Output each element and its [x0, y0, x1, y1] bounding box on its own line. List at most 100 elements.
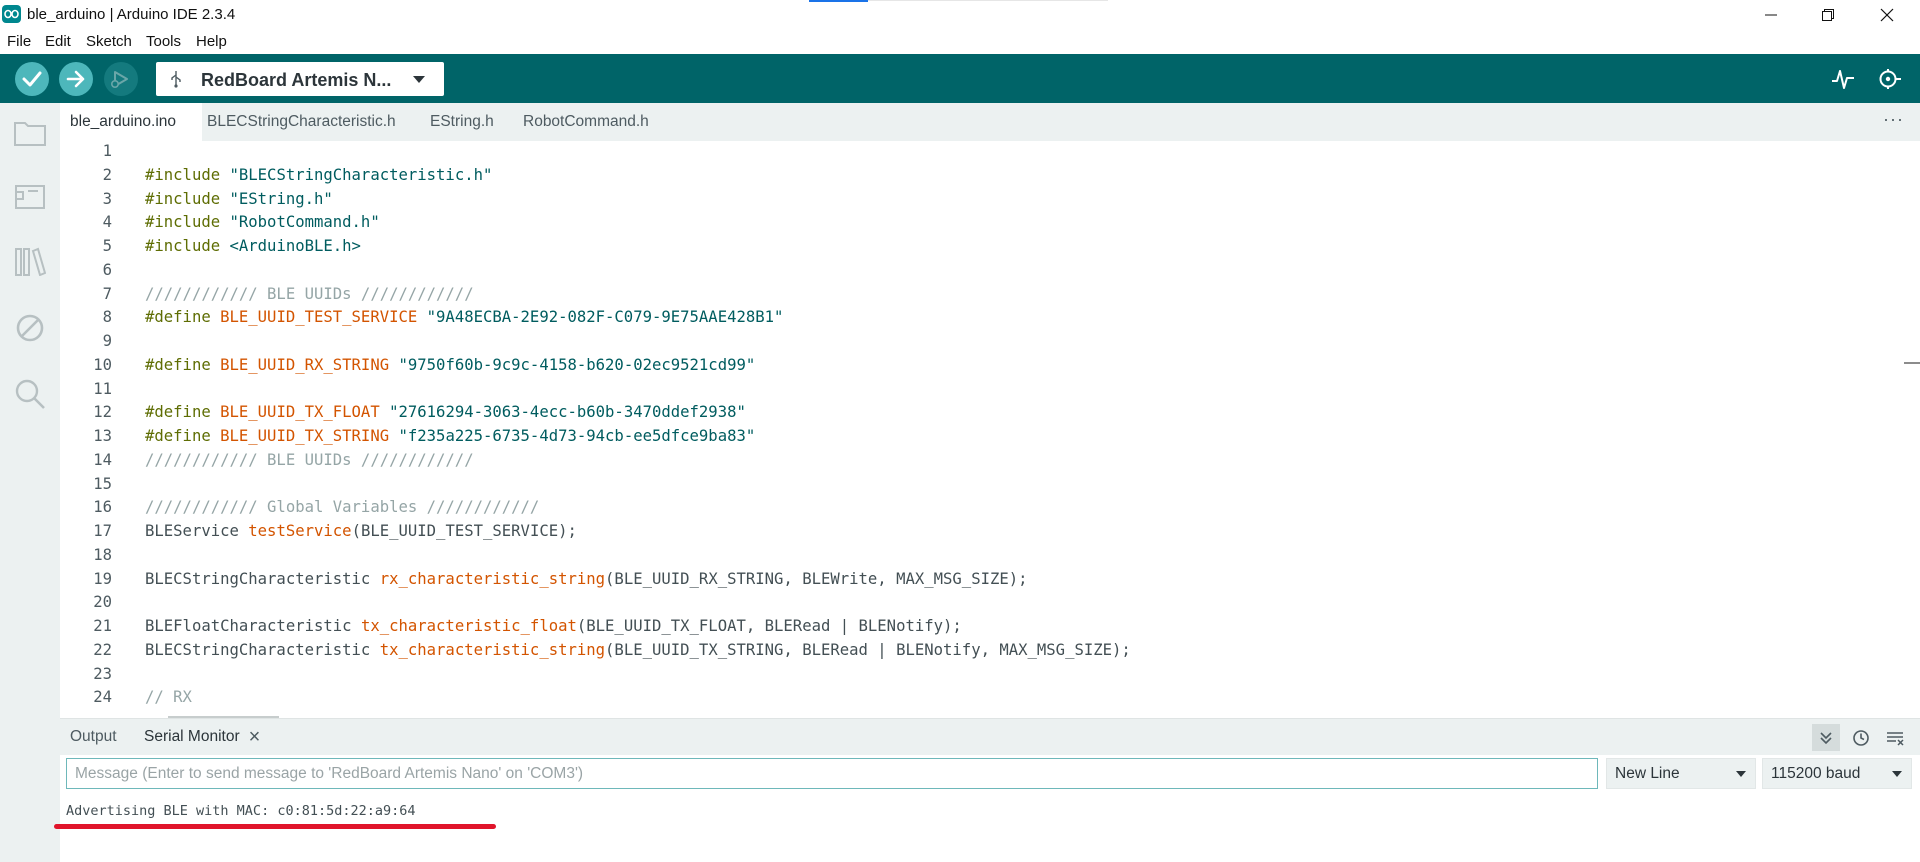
debug-button[interactable] — [104, 62, 138, 96]
chevron-down-icon — [1736, 771, 1746, 777]
code-line[interactable]: 4 #include "RobotCommand.h" — [60, 210, 1860, 234]
tab-estring[interactable]: EString.h — [420, 103, 504, 141]
line-number: 22 — [93, 640, 112, 659]
code-line[interactable]: 17 BLEService testService(BLE_UUID_TEST_S… — [60, 519, 1860, 543]
library-manager-button[interactable] — [12, 243, 48, 279]
close-icon[interactable]: × — [249, 726, 261, 749]
line-number: 16 — [93, 498, 112, 517]
board-name: RedBoard Artemis N... — [201, 70, 392, 90]
code-text: //////////// BLE UUIDs //////////// — [145, 450, 474, 469]
tab-serial-monitor[interactable]: Serial Monitor × — [144, 719, 260, 755]
code-line[interactable]: 19 BLECStringCharacteristic rx_characteri… — [60, 567, 1860, 591]
code-line[interactable]: 22 BLECStringCharacteristic tx_characteri… — [60, 638, 1860, 662]
code-line[interactable]: 5 #include <ArduinoBLE.h> — [60, 234, 1860, 258]
arduino-logo-icon — [2, 5, 21, 23]
code-line[interactable]: 14 //////////// BLE UUIDs //////////// — [60, 448, 1860, 472]
verify-button[interactable] — [15, 62, 49, 96]
code-line[interactable]: 23 — [60, 662, 1860, 686]
search-icon — [15, 379, 45, 409]
library-icon — [15, 247, 46, 276]
tab-ble-arduino[interactable]: ble_arduino.ino — [60, 103, 202, 141]
code-line[interactable]: 21 BLEFloatCharacteristic tx_characterist… — [60, 614, 1860, 638]
serial-monitor-button[interactable] — [1872, 62, 1906, 96]
tab-output[interactable]: Output — [70, 719, 117, 755]
line-number: 7 — [102, 284, 112, 303]
line-number: 9 — [102, 332, 112, 350]
code-line[interactable]: 8 #define BLE_UUID_TEST_SERVICE "9A48ECBA… — [60, 305, 1860, 329]
code-line[interactable]: 20 — [60, 590, 1860, 614]
menu-file[interactable]: File — [7, 33, 31, 50]
minimize-button[interactable] — [1748, 0, 1794, 29]
line-number: 23 — [93, 664, 112, 683]
tab-blecstringcharacteristic[interactable]: BLECStringCharacteristic.h — [197, 103, 406, 141]
code-editor[interactable]: 1 2 #include "BLECStringCharacteristic.h" 3… — [60, 141, 1920, 718]
clear-list-icon — [1887, 731, 1904, 746]
tab-label: BLECStringCharacteristic.h — [207, 113, 396, 130]
code-line[interactable]: 9 — [60, 329, 1860, 353]
board-icon — [15, 185, 45, 209]
code-line[interactable]: 10 #define BLE_UUID_RX_STRING "9750f60b-9… — [60, 353, 1860, 377]
code-line[interactable]: 1 — [60, 141, 1860, 163]
line-number: 5 — [102, 237, 112, 255]
line-number: 12 — [93, 403, 112, 422]
tab-label: Output — [70, 728, 117, 745]
line-ending-value: New Line — [1615, 765, 1680, 782]
restore-button[interactable] — [1805, 0, 1851, 29]
sketchbook-button[interactable] — [12, 115, 48, 151]
code-line[interactable]: 11 — [60, 377, 1860, 401]
code-line[interactable]: 16 //////////// Global Variables ////////… — [60, 495, 1860, 519]
menu-help[interactable]: Help — [196, 33, 227, 50]
code-line[interactable]: 7 //////////// BLE UUIDs //////////// — [60, 282, 1860, 306]
double-chevron-down-icon — [1820, 731, 1832, 744]
baud-rate-select[interactable]: 115200 baud — [1762, 758, 1912, 789]
code-text: // RX — [145, 688, 192, 707]
line-number: 6 — [102, 260, 112, 279]
code-line[interactable]: 24 // RX — [60, 685, 1860, 709]
code-line[interactable]: 3 #include "EString.h" — [60, 187, 1860, 211]
line-number: 2 — [102, 165, 112, 184]
upload-button[interactable] — [59, 62, 93, 96]
debug-panel-button[interactable] — [12, 310, 48, 346]
chevron-down-icon — [413, 76, 425, 83]
code-line[interactable]: 13 #define BLE_UUID_TX_STRING "f235a225-6… — [60, 424, 1860, 448]
autoscroll-button[interactable] — [1812, 724, 1840, 751]
close-window-button[interactable] — [1864, 0, 1910, 29]
toolbar: RedBoard Artemis N... — [0, 54, 1920, 103]
code-line[interactable]: 2 #include "BLECStringCharacteristic.h" — [60, 163, 1860, 187]
usb-icon — [171, 71, 181, 88]
folder-icon — [14, 122, 46, 146]
menu-tools[interactable]: Tools — [146, 33, 181, 50]
code-text: #include "EString.h" — [145, 189, 333, 208]
serial-plotter-button[interactable] — [1826, 62, 1860, 96]
check-icon — [22, 71, 42, 87]
line-number: 17 — [93, 522, 112, 540]
code-text: #define BLE_UUID_TX_STRING "f235a225-673… — [145, 427, 756, 445]
search-button[interactable] — [12, 376, 48, 412]
timestamp-button[interactable] — [1847, 724, 1875, 751]
plotter-icon — [1832, 70, 1854, 89]
arrow-right-icon — [66, 70, 85, 88]
boards-manager-button[interactable] — [12, 178, 48, 214]
line-number: 13 — [93, 427, 112, 445]
bottom-panel-tab-bar: Output Serial Monitor × — [60, 719, 1920, 755]
code-line[interactable]: 18 — [60, 543, 1860, 567]
code-line[interactable]: 6 — [60, 258, 1860, 282]
menu-sketch[interactable]: Sketch — [86, 33, 132, 50]
line-number: 14 — [93, 450, 112, 469]
code-line[interactable]: 12 #define BLE_UUID_TX_FLOAT "27616294-30… — [60, 400, 1860, 424]
more-tabs-button[interactable]: ··· — [1883, 109, 1904, 130]
code-line[interactable]: 15 — [60, 472, 1860, 496]
line-number: 10 — [93, 355, 112, 374]
serial-monitor-panel: New Line 115200 baud Advertising BLE wit… — [60, 755, 1920, 862]
tab-robotcommand[interactable]: RobotCommand.h — [513, 103, 659, 141]
clear-output-button[interactable] — [1881, 724, 1909, 751]
menu-edit[interactable]: Edit — [45, 33, 71, 50]
line-number: 21 — [93, 617, 112, 635]
line-number: 4 — [102, 213, 112, 232]
board-selector[interactable]: RedBoard Artemis N... — [156, 62, 444, 96]
serial-message-input[interactable] — [66, 758, 1598, 789]
chevron-down-icon — [1892, 771, 1902, 777]
title-indicator-track — [868, 0, 1108, 1]
code-text: #include <ArduinoBLE.h> — [145, 237, 361, 255]
line-ending-select[interactable]: New Line — [1606, 758, 1756, 789]
